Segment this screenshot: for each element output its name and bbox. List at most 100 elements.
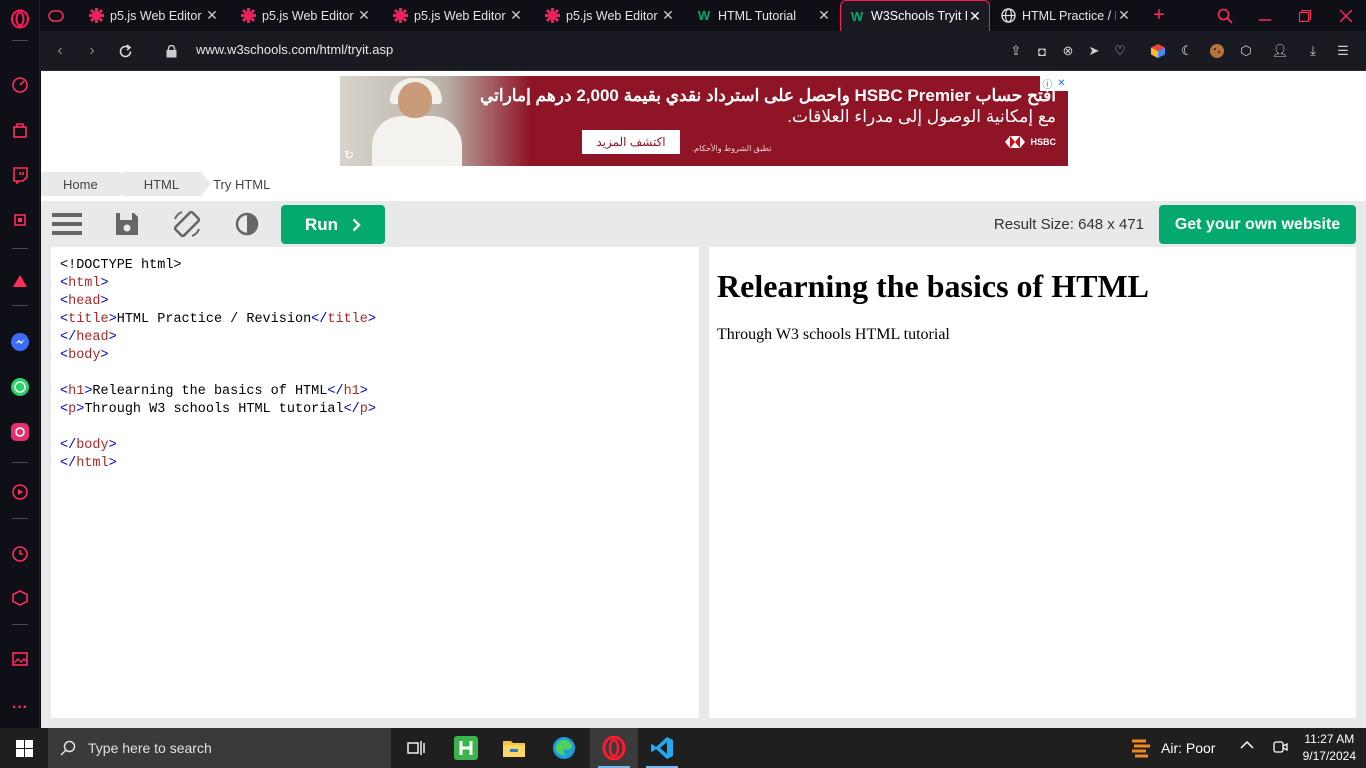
extensions-box-icon[interactable]: ⬡ <box>1237 42 1255 60</box>
ad-choices[interactable]: ⓘ ✕ <box>1040 76 1068 91</box>
gamepad-icon <box>48 8 64 24</box>
tab-label: p5.js Web Editor | I <box>414 8 508 23</box>
get-own-website-button[interactable]: Get your own website <box>1159 205 1356 244</box>
tab-close-icon[interactable]: ✕ <box>204 7 220 24</box>
speed-dial-icon[interactable] <box>9 74 31 96</box>
result-size-label: Result Size: 648 x 471 <box>993 216 1144 233</box>
gallery-icon[interactable] <box>9 648 31 670</box>
ad-close-icon[interactable]: ✕ <box>1057 78 1065 89</box>
heart-icon[interactable]: ♡ <box>1111 42 1129 60</box>
browser-tab[interactable]: p5.js Web Editor ✕ <box>536 0 682 31</box>
code-line[interactable] <box>60 365 690 383</box>
taskbar-search-box[interactable]: Type here to search <box>48 728 391 768</box>
code-line[interactable]: <title>HTML Practice / Revision</title> <box>60 311 690 329</box>
code-line[interactable] <box>60 419 690 437</box>
file-explorer-icon[interactable] <box>490 728 538 768</box>
weather-status[interactable]: Air: Poor <box>1161 740 1215 756</box>
messenger-icon[interactable] <box>9 331 31 353</box>
ad-replay-icon[interactable]: ↻ <box>344 148 354 162</box>
easy-setup-icon[interactable]: ☰ <box>1334 42 1352 60</box>
code-line[interactable]: <p>Through W3 schools HTML tutorial</p> <box>60 401 690 419</box>
tab-close-icon[interactable]: ✕ <box>967 8 983 25</box>
extensions-cube-icon[interactable] <box>9 587 31 609</box>
new-tab-button[interactable]: + <box>1146 0 1172 31</box>
windows-start-icon[interactable] <box>0 728 48 768</box>
browser-tab[interactable]: HTML Practice / Re ✕ <box>992 0 1138 31</box>
edge-browser-icon[interactable] <box>540 728 588 768</box>
breadcrumb-home[interactable]: Home <box>41 172 130 196</box>
opera-logo-icon[interactable] <box>9 8 31 30</box>
rotate-orientation-icon[interactable] <box>172 209 202 239</box>
air-quality-icon[interactable] <box>1130 738 1152 763</box>
ad-cta-button[interactable]: اكتشف المزيد <box>582 130 680 154</box>
task-view-icon[interactable] <box>392 728 440 768</box>
tray-chevron-up-icon[interactable] <box>1240 738 1254 755</box>
tab-close-icon[interactable]: ✕ <box>816 7 832 24</box>
adblock-icon[interactable]: ⊗ <box>1059 42 1077 60</box>
hsbc-hexagon-icon <box>1005 136 1026 148</box>
code-line[interactable]: <head> <box>60 293 690 311</box>
browser-tab-active[interactable]: W W3Schools Tryit Ed ✕ <box>840 0 990 31</box>
shopping-bag-icon[interactable] <box>9 119 31 141</box>
ad-subline: مع إمكانية الوصول إلى مدراء العلاقات. <box>787 107 1056 126</box>
url-field[interactable]: www.w3schools.com/html/tryit.asp <box>196 42 393 57</box>
snapshot-camera-icon[interactable]: ◘ <box>1033 42 1051 60</box>
cookie-icon[interactable] <box>1208 42 1226 60</box>
cpu-icon[interactable] <box>9 209 31 231</box>
code-line[interactable]: <html> <box>60 275 690 293</box>
p5-asterisk-icon <box>392 8 408 24</box>
player-icon[interactable] <box>9 481 31 503</box>
share-icon[interactable]: ⇪ <box>1007 42 1025 60</box>
tab-workspace[interactable] <box>40 0 78 31</box>
advertisement-banner[interactable]: افتح حساب HSBC Premier واحصل على استرداد… <box>340 76 1068 166</box>
back-arrow-icon[interactable]: ‹ <box>50 41 70 61</box>
download-icon[interactable]: ⤓ <box>1304 42 1322 60</box>
result-frame: Relearning the basics of HTML Through W3… <box>709 247 1356 718</box>
tab-search-icon[interactable] <box>1205 0 1245 31</box>
vscode-icon[interactable] <box>638 728 686 768</box>
tab-close-icon[interactable]: ✕ <box>508 7 524 24</box>
browser-tab[interactable]: W HTML Tutorial ✕ <box>688 0 838 31</box>
hbuilder-app-icon[interactable] <box>442 728 490 768</box>
minimize-button[interactable] <box>1245 0 1285 31</box>
clock-time: 11:27 AM <box>1304 732 1355 746</box>
send-icon[interactable]: ➤ <box>1085 42 1103 60</box>
account-icon[interactable]: 👤︎ <box>1271 42 1289 60</box>
lock-icon[interactable] <box>161 41 181 61</box>
opera-taskbar-icon[interactable] <box>590 728 638 768</box>
tab-close-icon[interactable]: ✕ <box>1116 7 1132 24</box>
browser-tab[interactable]: p5.js Web Editor ✕ <box>232 0 378 31</box>
meet-now-icon[interactable] <box>1272 739 1288 758</box>
browser-tab[interactable]: p5.js Web Editor ✕ <box>80 0 226 31</box>
twitch-icon[interactable] <box>9 164 31 186</box>
reload-icon[interactable] <box>115 41 135 61</box>
forward-arrow-icon[interactable]: › <box>82 41 102 61</box>
tab-close-icon[interactable]: ✕ <box>660 7 676 24</box>
ad-info-icon[interactable]: ⓘ <box>1042 76 1052 91</box>
theme-contrast-icon[interactable] <box>232 209 262 239</box>
color-cube-extension-icon[interactable] <box>1149 42 1167 60</box>
whatsapp-icon[interactable] <box>9 376 31 398</box>
aria-icon[interactable] <box>9 270 31 292</box>
code-editor[interactable]: <!DOCTYPE html> <html> <head> <title>HTML P… <box>51 247 699 718</box>
restore-button[interactable] <box>1285 0 1325 31</box>
tab-close-icon[interactable]: ✕ <box>356 7 372 24</box>
code-line[interactable]: </head> <box>60 329 690 347</box>
code-line[interactable]: <h1>Relearning the basics of HTML</h1> <box>60 383 690 401</box>
save-floppy-icon[interactable] <box>112 209 142 239</box>
history-icon[interactable] <box>9 543 31 565</box>
menu-hamburger-icon[interactable] <box>52 209 82 239</box>
breadcrumb-html[interactable]: HTML <box>121 172 212 196</box>
run-button[interactable]: Run <box>281 205 385 244</box>
more-dots-icon[interactable]: ··· <box>9 697 31 719</box>
moon-extension-icon[interactable]: ☾ <box>1178 42 1196 60</box>
system-clock[interactable]: 11:27 AM 9/17/2024 <box>1303 731 1356 765</box>
code-line[interactable]: <!DOCTYPE html> <box>60 257 690 275</box>
tab-strip: p5.js Web Editor ✕ p5.js Web Editor ✕ p5… <box>40 0 1366 31</box>
browser-tab[interactable]: p5.js Web Editor | I ✕ <box>384 0 530 31</box>
close-window-button[interactable] <box>1326 0 1366 31</box>
code-line[interactable]: </html> <box>60 455 690 473</box>
code-line[interactable]: <body> <box>60 347 690 365</box>
code-line[interactable]: </body> <box>60 437 690 455</box>
instagram-icon[interactable] <box>9 421 31 443</box>
